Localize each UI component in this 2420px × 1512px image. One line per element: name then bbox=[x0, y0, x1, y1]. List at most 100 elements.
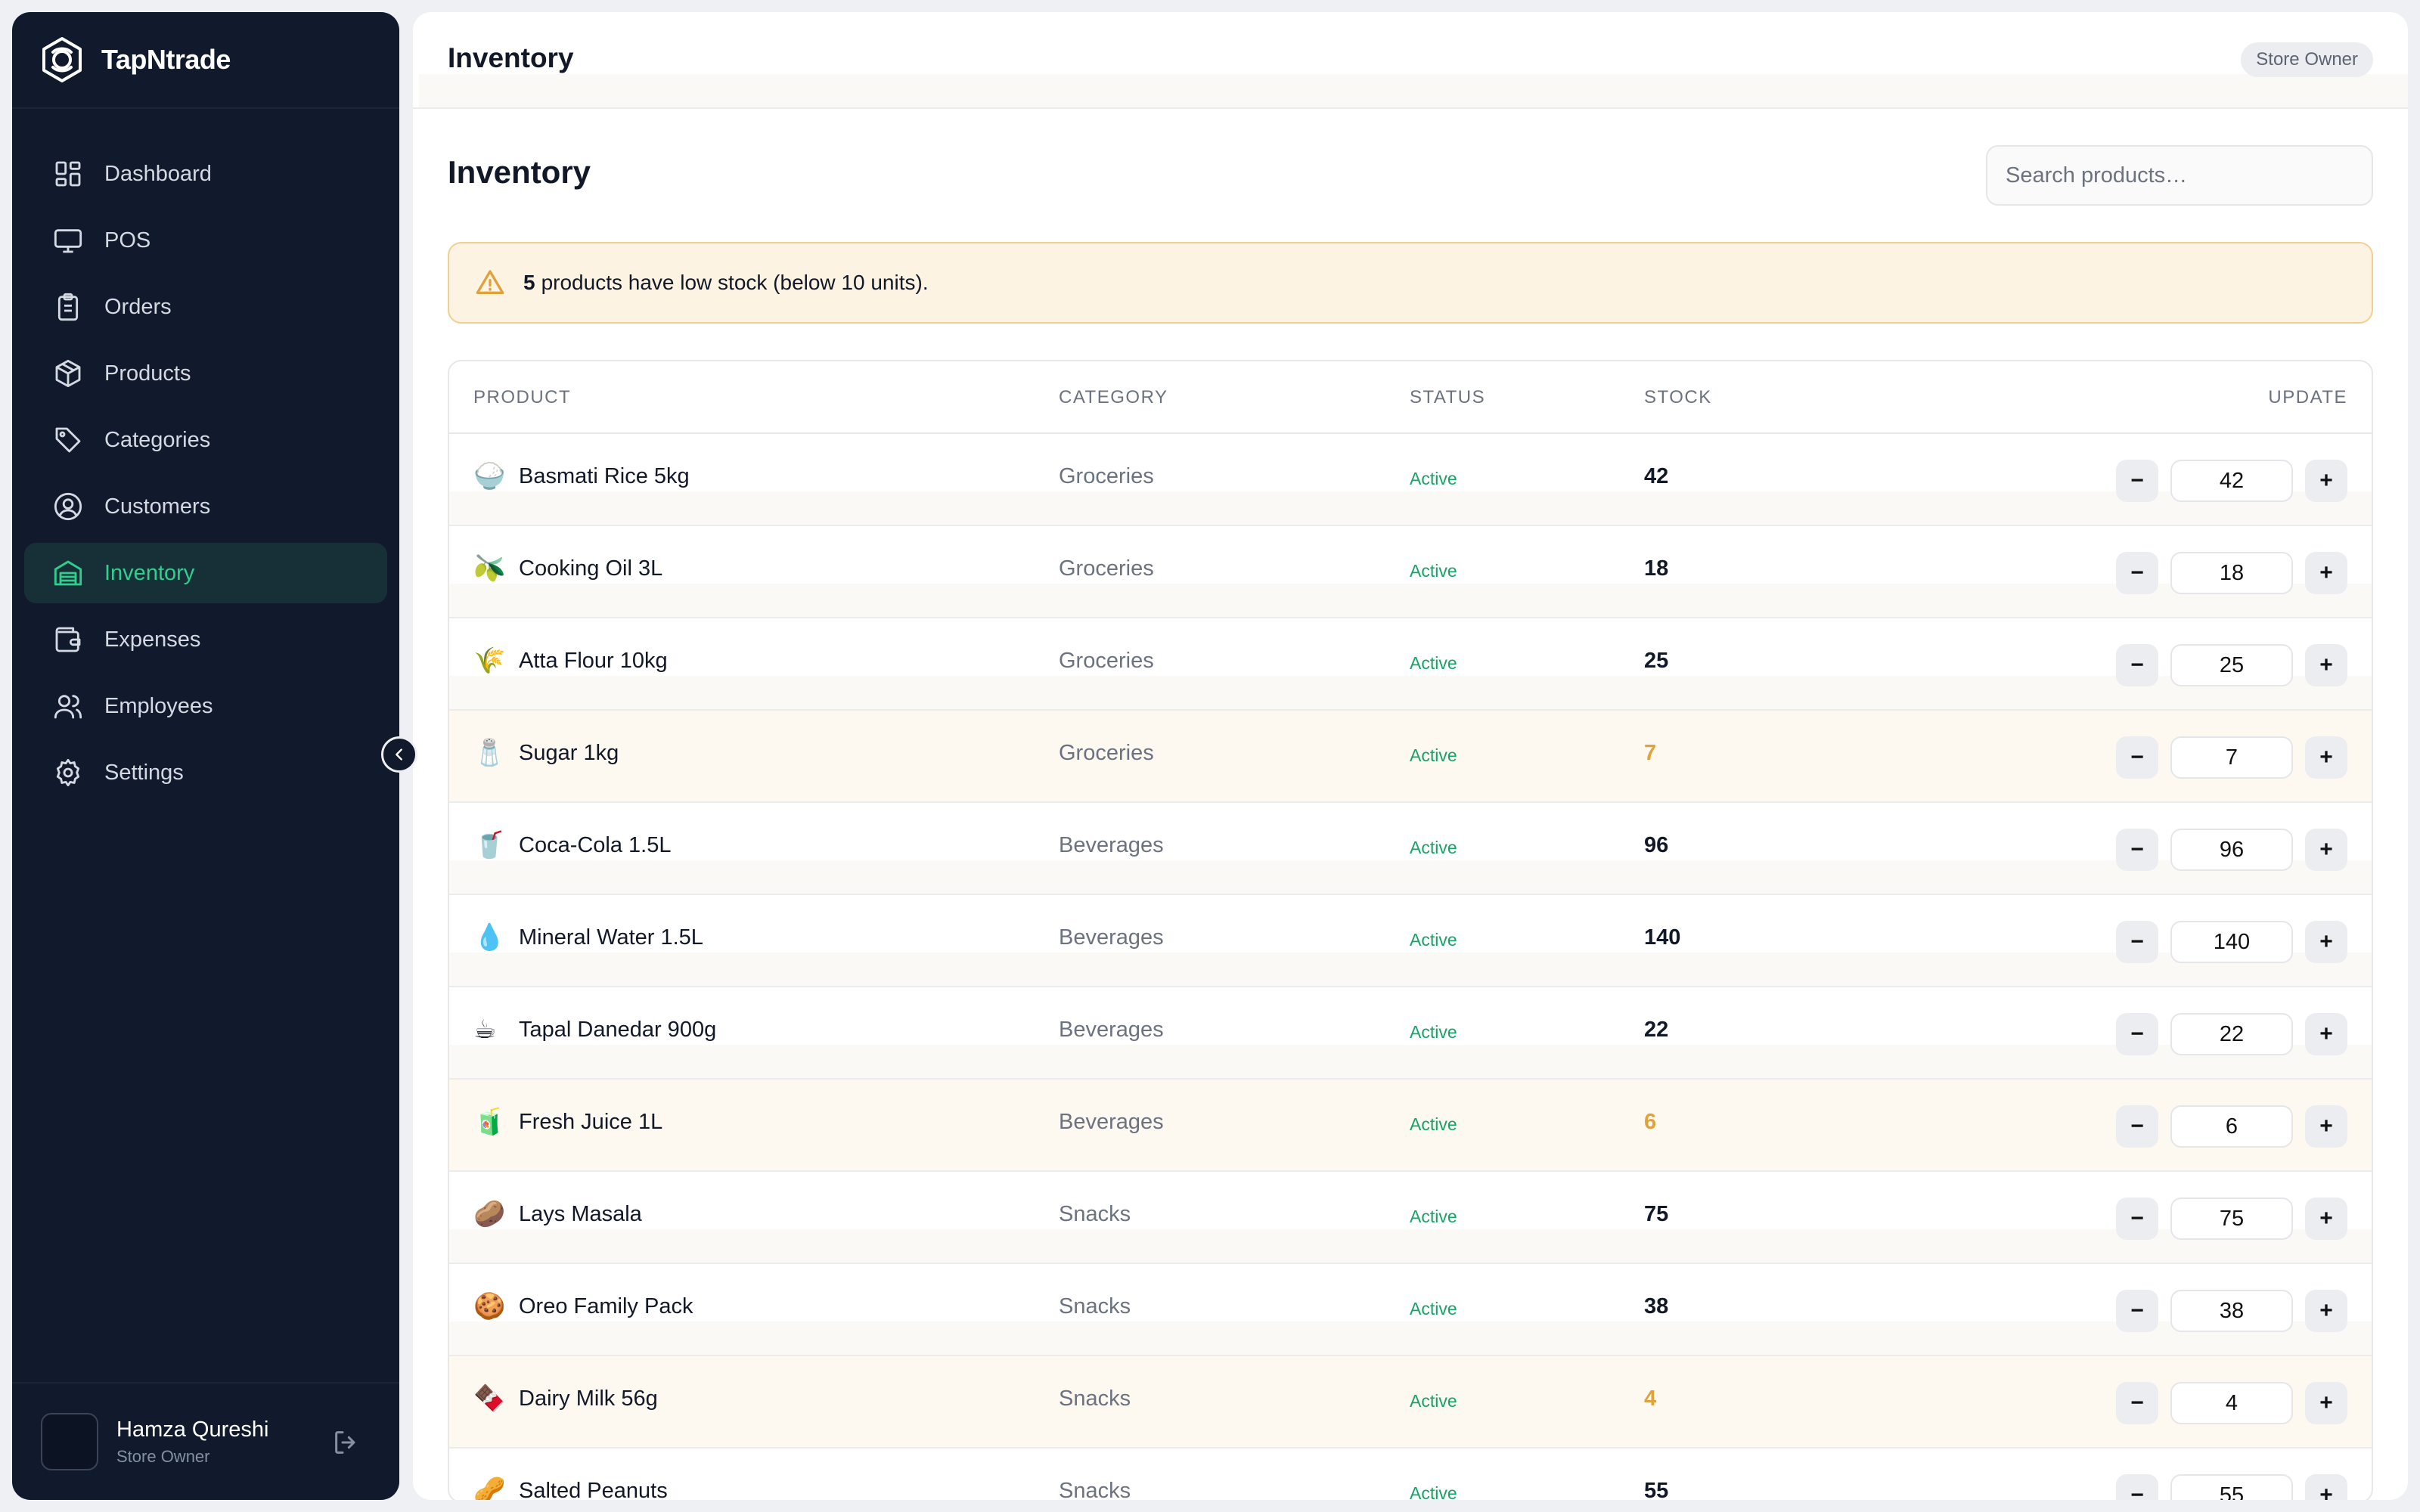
warning-icon bbox=[476, 270, 504, 294]
status-badge: Active bbox=[1410, 1299, 1457, 1318]
column-header-product[interactable]: PRODUCT bbox=[473, 387, 571, 408]
stock-value: 4 bbox=[1644, 1387, 1657, 1411]
table-row: 🌾Atta Flour 10kgGroceriesActive25−+ bbox=[449, 618, 2372, 711]
column-header-status[interactable]: STATUS bbox=[1410, 387, 1485, 408]
decrement-button[interactable]: − bbox=[2116, 1474, 2158, 1500]
sidebar-item-customers[interactable]: Customers bbox=[24, 476, 387, 537]
stock-input[interactable] bbox=[2170, 460, 2293, 502]
user-profile: Hamza Qureshi Store Owner bbox=[12, 1382, 399, 1500]
sidebar-item-label: Expenses bbox=[104, 627, 201, 652]
increment-button[interactable]: + bbox=[2305, 921, 2347, 963]
increment-button[interactable]: + bbox=[2305, 736, 2347, 779]
product-image-icon: ☕ bbox=[473, 1015, 497, 1044]
increment-button[interactable]: + bbox=[2305, 1198, 2347, 1240]
stock-input[interactable] bbox=[2170, 736, 2293, 779]
search-input[interactable] bbox=[1986, 145, 2373, 206]
column-header-category[interactable]: CATEGORY bbox=[1059, 387, 1168, 408]
tag-icon bbox=[55, 427, 81, 453]
stock-input[interactable] bbox=[2170, 1105, 2293, 1148]
stock-input[interactable] bbox=[2170, 921, 2293, 963]
logout-icon[interactable] bbox=[331, 1427, 361, 1458]
decrement-button[interactable]: − bbox=[2116, 644, 2158, 686]
stock-input[interactable] bbox=[2170, 1474, 2293, 1500]
increment-button[interactable]: + bbox=[2305, 1290, 2347, 1332]
product-name: Salted Peanuts bbox=[519, 1479, 668, 1500]
decrement-button[interactable]: − bbox=[2116, 921, 2158, 963]
quantity-stepper: −+ bbox=[2116, 921, 2347, 963]
increment-button[interactable]: + bbox=[2305, 829, 2347, 871]
sidebar-collapse-button[interactable] bbox=[381, 736, 417, 773]
table-row: 🥔Lays MasalaSnacksActive75−+ bbox=[449, 1172, 2372, 1264]
sidebar-item-categories[interactable]: Categories bbox=[24, 410, 387, 470]
table-row: 🍫Dairy Milk 56gSnacksActive4−+ bbox=[449, 1356, 2372, 1448]
product-image-icon: 🥤 bbox=[473, 831, 506, 860]
stock-input[interactable] bbox=[2170, 552, 2293, 594]
status-badge: Active bbox=[1410, 1391, 1457, 1411]
stock-input[interactable] bbox=[2170, 644, 2293, 686]
stock-value: 38 bbox=[1644, 1294, 1669, 1318]
stock-value: 140 bbox=[1644, 925, 1681, 950]
users-icon bbox=[54, 695, 82, 719]
sidebar-item-employees[interactable]: Employees bbox=[24, 676, 387, 736]
warehouse-icon bbox=[54, 560, 82, 586]
role-badge: Store Owner bbox=[2241, 42, 2373, 77]
decrement-button[interactable]: − bbox=[2116, 829, 2158, 871]
decrement-button[interactable]: − bbox=[2116, 1105, 2158, 1148]
column-header-stock[interactable]: STOCK bbox=[1644, 387, 1712, 408]
sidebar-item-label: Employees bbox=[104, 693, 213, 718]
stock-value: 25 bbox=[1644, 649, 1669, 673]
stock-input[interactable] bbox=[2170, 1198, 2293, 1240]
top-bar-strip bbox=[419, 74, 2408, 107]
decrement-button[interactable]: − bbox=[2116, 1382, 2158, 1424]
low-stock-alert: 5 products have low stock (below 10 unit… bbox=[448, 242, 2373, 324]
stock-input[interactable] bbox=[2170, 1382, 2293, 1424]
increment-button[interactable]: + bbox=[2305, 1474, 2347, 1500]
sidebar-item-label: Orders bbox=[104, 294, 172, 319]
product-image-icon: 💧 bbox=[473, 923, 506, 952]
main-panel: Inventory Store Owner Inventory 5 produc… bbox=[413, 12, 2408, 1500]
sidebar-item-label: Customers bbox=[104, 494, 211, 519]
quantity-stepper: −+ bbox=[2116, 1474, 2347, 1500]
stock-input[interactable] bbox=[2170, 829, 2293, 871]
increment-button[interactable]: + bbox=[2305, 1013, 2347, 1055]
product-category: Beverages bbox=[1059, 1018, 1164, 1042]
increment-button[interactable]: + bbox=[2305, 1382, 2347, 1424]
avatar[interactable] bbox=[41, 1413, 98, 1470]
sidebar-item-dashboard[interactable]: Dashboard bbox=[24, 144, 387, 204]
brand[interactable]: TapNtrade bbox=[12, 12, 399, 109]
product-category: Snacks bbox=[1059, 1294, 1131, 1318]
sidebar-item-inventory[interactable]: Inventory bbox=[24, 543, 387, 603]
decrement-button[interactable]: − bbox=[2116, 1198, 2158, 1240]
table-row: 💧Mineral Water 1.5LBeveragesActive140−+ bbox=[449, 895, 2372, 987]
stock-input[interactable] bbox=[2170, 1290, 2293, 1332]
increment-button[interactable]: + bbox=[2305, 1105, 2347, 1148]
user-role: Store Owner bbox=[116, 1446, 210, 1466]
increment-button[interactable]: + bbox=[2305, 460, 2347, 502]
inventory-table: PRODUCT CATEGORY STATUS STOCK UPDATE 🍚 Ba… bbox=[448, 360, 2373, 1500]
quantity-stepper: −+ bbox=[2116, 1105, 2347, 1148]
sidebar-item-pos[interactable]: POS bbox=[24, 210, 387, 271]
table-row: 🥜Salted PeanutsSnacksActive55−+ bbox=[449, 1448, 2372, 1500]
sidebar-item-label: Settings bbox=[104, 760, 184, 785]
decrement-button[interactable]: − bbox=[2116, 460, 2158, 502]
decrement-button[interactable]: − bbox=[2116, 1290, 2158, 1332]
decrement-button[interactable]: − bbox=[2116, 552, 2158, 594]
product-name: Basmati Rice 5kg bbox=[519, 464, 690, 488]
wallet-icon bbox=[55, 627, 81, 652]
stock-input[interactable] bbox=[2170, 1013, 2293, 1055]
product-category: Groceries bbox=[1059, 464, 1154, 488]
increment-button[interactable]: + bbox=[2305, 552, 2347, 594]
quantity-stepper: −+ bbox=[2116, 644, 2347, 686]
increment-button[interactable]: + bbox=[2305, 644, 2347, 686]
sidebar-item-settings[interactable]: Settings bbox=[24, 742, 387, 803]
decrement-button[interactable]: − bbox=[2116, 736, 2158, 779]
status-badge: Active bbox=[1410, 930, 1457, 950]
product-image-icon: 🫒 bbox=[473, 554, 506, 583]
sidebar-item-orders[interactable]: Orders bbox=[24, 277, 387, 337]
sidebar-item-expenses[interactable]: Expenses bbox=[24, 609, 387, 670]
product-category: Groceries bbox=[1059, 741, 1154, 765]
brand-name: TapNtrade bbox=[101, 44, 231, 75]
status-badge: Active bbox=[1410, 1483, 1457, 1500]
sidebar-item-products[interactable]: Products bbox=[24, 343, 387, 404]
decrement-button[interactable]: − bbox=[2116, 1013, 2158, 1055]
